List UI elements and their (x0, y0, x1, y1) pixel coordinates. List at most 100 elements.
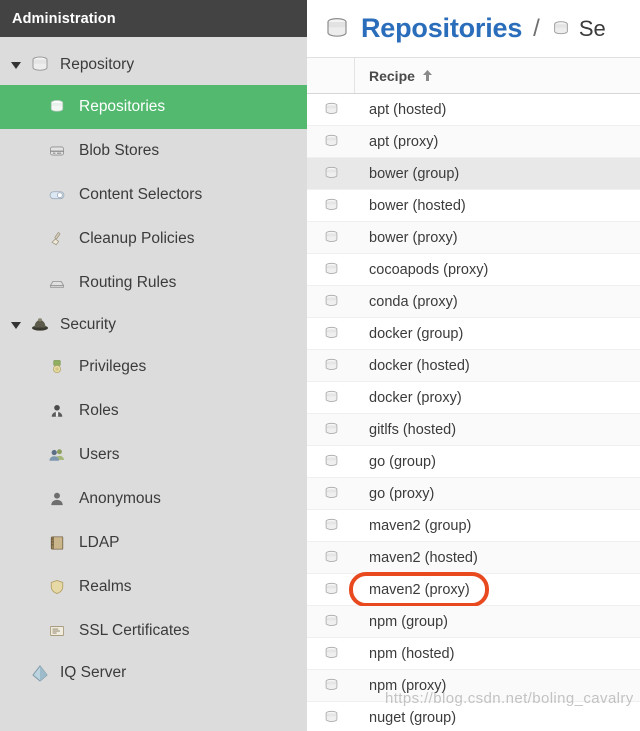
recipe-name: bower (proxy) (369, 229, 458, 246)
database-icon (307, 229, 355, 246)
table-row[interactable]: go (group) (307, 446, 640, 478)
arrow-up-icon[interactable] (422, 69, 433, 82)
users-icon (48, 446, 66, 464)
table-header-recipe[interactable]: Recipe (355, 68, 433, 84)
table-row[interactable]: maven2 (proxy) (307, 572, 640, 607)
sidebar-header: Administration (0, 0, 307, 37)
table-row[interactable]: maven2 (hosted) (307, 542, 640, 574)
table-row[interactable]: npm (hosted) (307, 638, 640, 670)
sidebar-group-repository[interactable]: Repository (0, 45, 307, 85)
administration-page: Administration Repository Repositories B… (0, 0, 640, 731)
sidebar-item-roles[interactable]: Roles (0, 389, 307, 433)
table-row[interactable]: docker (group) (307, 318, 640, 350)
recipe-name: apt (hosted) (369, 101, 447, 118)
sidebar: Administration Repository Repositories B… (0, 0, 307, 731)
recipe-name: go (group) (369, 453, 436, 470)
table-header-icon-column (307, 58, 355, 93)
breadcrumb-separator: / (533, 14, 540, 42)
table-row[interactable]: conda (proxy) (307, 286, 640, 318)
watermark: https://blog.csdn.net/boling_cavalry (385, 690, 634, 707)
sidebar-item-label: Routing Rules (79, 274, 177, 291)
sidebar-item-routing-rules[interactable]: Routing Rules (0, 261, 307, 305)
recipe-name: npm (hosted) (369, 645, 455, 662)
recipe-name: maven2 (hosted) (369, 549, 478, 566)
sidebar-item-ldap[interactable]: LDAP (0, 521, 307, 565)
sidebar-item-content-selectors[interactable]: Content Selectors (0, 173, 307, 217)
database-icon (307, 517, 355, 534)
sidebar-item-blob-stores[interactable]: Blob Stores (0, 129, 307, 173)
table-row[interactable]: bower (group) (307, 158, 640, 190)
sidebar-item-privileges[interactable]: Privileges (0, 345, 307, 389)
table-row[interactable]: npm (group) (307, 606, 640, 638)
sidebar-item-users[interactable]: Users (0, 433, 307, 477)
table-row[interactable]: maven2 (group) (307, 510, 640, 542)
sidebar-item-label: Privileges (79, 358, 147, 375)
database-icon (29, 54, 51, 76)
recipe-name: apt (proxy) (369, 133, 439, 150)
table-row[interactable]: bower (hosted) (307, 190, 640, 222)
sidebar-item-realms[interactable]: Realms (0, 565, 307, 609)
database-icon (307, 133, 355, 150)
table-row[interactable]: bower (proxy) (307, 222, 640, 254)
recipe-name: bower (group) (369, 165, 460, 182)
database-icon (307, 197, 355, 214)
database-icon (48, 98, 66, 116)
database-icon (307, 709, 355, 726)
sidebar-header-title: Administration (12, 10, 116, 27)
sidebar-item-label: Repositories (79, 98, 166, 115)
database-icon (307, 357, 355, 374)
security-bell-icon (29, 314, 51, 336)
sidebar-item-label: IQ Server (60, 664, 127, 681)
routing-rules-icon (48, 274, 66, 292)
breadcrumb-item-repositories[interactable]: Repositories (323, 13, 522, 44)
certificate-icon (48, 622, 66, 640)
recipes-table: Recipe apt (hosted) apt (proxy) bower (g… (307, 57, 640, 731)
recipe-name: docker (hosted) (369, 357, 470, 374)
table-row[interactable]: go (proxy) (307, 478, 640, 510)
sidebar-group-security[interactable]: Security (0, 305, 307, 345)
breadcrumb-item-secondary[interactable]: Se (551, 16, 606, 42)
table-header-row: Recipe (307, 57, 640, 94)
table-row[interactable]: cocoapods (proxy) (307, 254, 640, 286)
table-body: apt (hosted) apt (proxy) bower (group) b… (307, 94, 640, 731)
sidebar-item-label: Users (79, 446, 120, 463)
sidebar-item-anonymous[interactable]: Anonymous (0, 477, 307, 521)
sidebar-item-label: Blob Stores (79, 142, 160, 159)
sidebar-item-cleanup-policies[interactable]: Cleanup Policies (0, 217, 307, 261)
sidebar-item-repositories[interactable]: Repositories (0, 85, 307, 129)
sidebar-item-label: Content Selectors (79, 186, 203, 203)
database-icon (307, 101, 355, 118)
main-panel: Repositories / Se Recipe apt (hosted) ap… (307, 0, 640, 731)
sidebar-item-label: Cleanup Policies (79, 230, 195, 247)
database-icon (323, 15, 351, 43)
sidebar-item-label: Realms (79, 578, 132, 595)
database-icon (551, 19, 571, 39)
recipe-name: gitlfs (hosted) (369, 421, 457, 438)
ldap-book-icon (48, 534, 66, 552)
recipe-name: go (proxy) (369, 485, 435, 502)
table-row[interactable]: docker (proxy) (307, 382, 640, 414)
table-header-recipe-label: Recipe (369, 67, 415, 84)
table-row[interactable]: gitlfs (hosted) (307, 414, 640, 446)
breadcrumb-secondary-label: Se (578, 15, 606, 41)
database-icon (307, 581, 355, 598)
sidebar-item-label: Anonymous (79, 490, 161, 507)
blob-store-icon (48, 142, 66, 160)
chevron-down-icon[interactable] (8, 57, 24, 73)
chevron-down-icon[interactable] (8, 317, 24, 333)
iq-server-icon (29, 662, 51, 684)
sidebar-item-ssl-certificates[interactable]: SSL Certificates (0, 609, 307, 653)
medal-icon (48, 358, 66, 376)
table-row[interactable]: apt (hosted) (307, 94, 640, 126)
sidebar-group-label: Security (60, 316, 116, 333)
content-selector-icon (48, 186, 66, 204)
sidebar-nav: Repository Repositories Blob Stores Cont… (0, 37, 307, 693)
recipe-name: cocoapods (proxy) (369, 261, 489, 278)
table-row[interactable]: apt (proxy) (307, 126, 640, 158)
shield-icon (48, 578, 66, 596)
database-icon (307, 165, 355, 182)
database-icon (307, 261, 355, 278)
sidebar-item-iq-server[interactable]: IQ Server (0, 653, 307, 693)
table-row[interactable]: docker (hosted) (307, 350, 640, 382)
